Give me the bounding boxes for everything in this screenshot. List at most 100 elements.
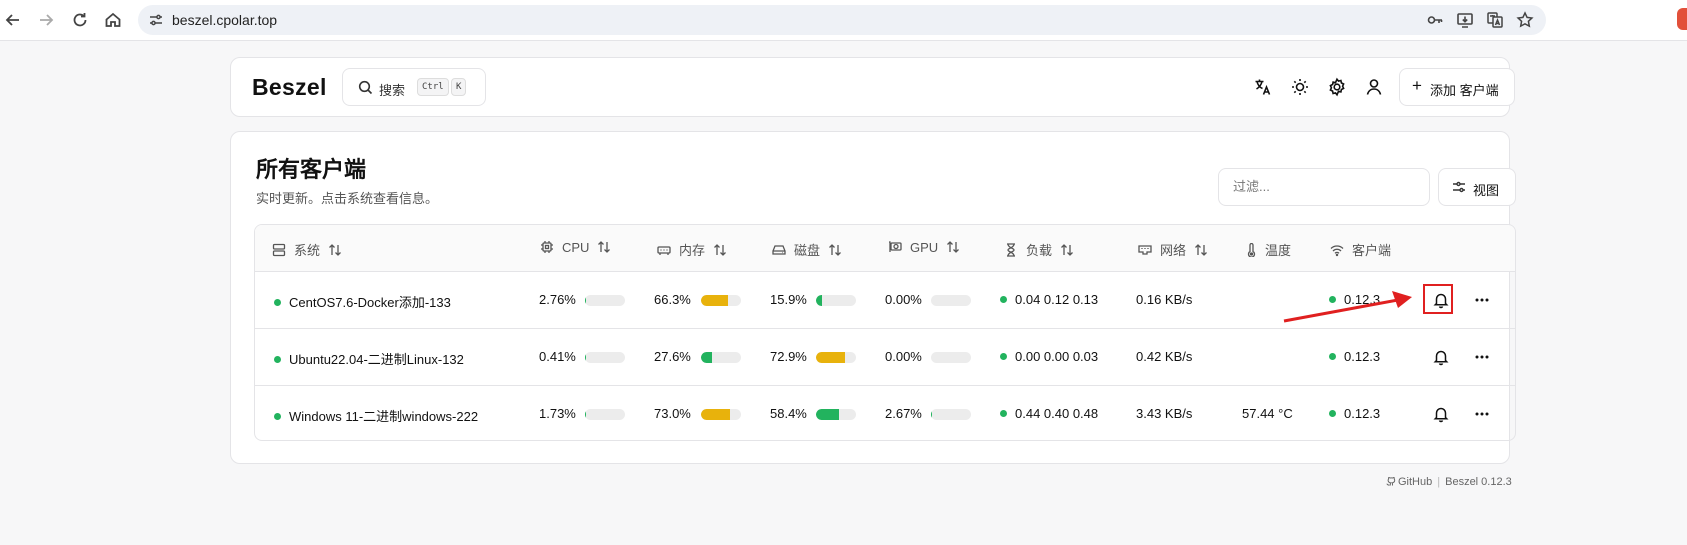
- load-value: 0.00 0.00 0.03: [1000, 349, 1098, 364]
- gpu-usage-bar: [931, 295, 971, 306]
- plus-icon: +: [1412, 76, 1422, 95]
- more-options-icon[interactable]: [1473, 348, 1491, 366]
- usage-fill: [816, 352, 846, 363]
- memory-value: 73.0%: [654, 406, 691, 421]
- filter-field[interactable]: [1218, 168, 1430, 206]
- load-status-dot: [1000, 410, 1007, 417]
- column-disk-label: 磁盘: [794, 243, 821, 258]
- cpu-icon: [540, 240, 554, 254]
- status-dot: [274, 413, 281, 420]
- site-settings-icon[interactable]: [148, 12, 164, 28]
- system-name-cell[interactable]: Ubuntu22.04-二进制Linux-132: [274, 349, 464, 368]
- usage-fill: [701, 352, 713, 363]
- translate-page-icon[interactable]: [1486, 11, 1504, 29]
- reload-icon[interactable]: [70, 10, 90, 30]
- language-icon[interactable]: [1253, 77, 1273, 97]
- usage-fill: [931, 409, 933, 420]
- system-name-cell[interactable]: CentOS7.6-Docker添加-133: [274, 292, 451, 311]
- cpu-value: 2.76%: [539, 292, 576, 307]
- forward-arrow-icon[interactable]: [36, 10, 56, 30]
- view-button[interactable]: 视图: [1438, 168, 1516, 206]
- more-options-icon[interactable]: [1473, 405, 1491, 423]
- disk-usage-bar: [816, 295, 856, 306]
- gpu-usage-bar: [931, 409, 971, 420]
- search-label: 搜索: [379, 83, 406, 98]
- more-options-icon[interactable]: [1473, 291, 1491, 309]
- network-value: 0.16 KB/s: [1136, 292, 1193, 307]
- gpu-value: 0.00%: [885, 349, 922, 364]
- system-name: Windows 11-二进制windows-222: [289, 409, 479, 424]
- usage-fill: [816, 295, 823, 306]
- wifi-icon: [1330, 243, 1344, 257]
- settings-gear-icon[interactable]: [1327, 77, 1347, 97]
- load-text: 0.44 0.40 0.48: [1015, 406, 1099, 421]
- thermometer-icon: [1245, 242, 1259, 258]
- column-temperature[interactable]: 温度: [1245, 240, 1292, 258]
- cpu-value: 1.73%: [539, 406, 576, 421]
- cpu-usage-bar: [585, 352, 625, 363]
- filter-input[interactable]: [1231, 178, 1415, 195]
- gpu-value: 0.00%: [885, 292, 922, 307]
- address-bar[interactable]: beszel.cpolar.top: [138, 5, 1546, 35]
- back-arrow-icon[interactable]: [3, 10, 23, 30]
- browser-toolbar: beszel.cpolar.top: [0, 0, 1687, 41]
- load-text: 0.00 0.00 0.03: [1015, 349, 1099, 364]
- column-network-label: 网络: [1160, 243, 1187, 258]
- install-app-icon[interactable]: [1456, 11, 1474, 29]
- gpu-value: 2.67%: [885, 406, 922, 421]
- cpu-usage-bar: [585, 295, 625, 306]
- load-status-dot: [1000, 353, 1007, 360]
- agent-status-dot: [1329, 353, 1336, 360]
- agent-version-text: 0.12.3: [1344, 349, 1381, 364]
- memory-usage-bar: [701, 409, 741, 420]
- column-memory[interactable]: 内存: [657, 240, 727, 258]
- sort-icon: [1194, 243, 1208, 257]
- sort-icon: [828, 243, 842, 257]
- sort-icon: [1060, 243, 1074, 257]
- column-network[interactable]: 网络: [1138, 240, 1208, 258]
- column-gpu[interactable]: GPU: [888, 240, 960, 256]
- system-name-cell[interactable]: Windows 11-二进制windows-222: [274, 406, 478, 425]
- table-row[interactable]: Windows 11-二进制windows-222 1.73% 73.0% 58…: [255, 386, 1515, 440]
- server-icon: [272, 243, 286, 257]
- column-agent[interactable]: 客户端: [1330, 240, 1392, 258]
- usage-fill: [585, 352, 587, 363]
- notification-bell-icon[interactable]: [1432, 348, 1450, 366]
- usage-fill: [701, 409, 731, 420]
- annotation-arrow: [1283, 291, 1412, 323]
- column-agent-label: 客户端: [1352, 243, 1392, 258]
- column-cpu-label: CPU: [562, 240, 590, 255]
- theme-sun-icon[interactable]: [1290, 77, 1310, 97]
- column-load[interactable]: 负载: [1004, 240, 1074, 258]
- memory-value: 66.3%: [654, 292, 691, 307]
- load-value: 0.44 0.40 0.48: [1000, 406, 1098, 421]
- column-disk[interactable]: 磁盘: [772, 240, 842, 258]
- column-cpu[interactable]: CPU: [540, 240, 611, 256]
- systems-table: 系统 CPU 内存 磁盘 GPU 负载 网络 温度 客户端 CentOS7.6-…: [254, 224, 1516, 441]
- search-button[interactable]: 搜索 Ctrl K: [342, 68, 486, 106]
- usage-fill: [701, 295, 728, 306]
- column-system[interactable]: 系统: [272, 240, 342, 258]
- column-temperature-label: 温度: [1265, 243, 1292, 258]
- memory-usage-bar: [701, 352, 741, 363]
- status-dot: [274, 356, 281, 363]
- table-row[interactable]: Ubuntu22.04-二进制Linux-132 0.41% 27.6% 72.…: [255, 329, 1515, 386]
- column-system-label: 系统: [294, 243, 321, 258]
- usage-fill: [816, 409, 840, 420]
- notification-bell-icon[interactable]: [1432, 405, 1450, 423]
- user-icon[interactable]: [1364, 77, 1384, 97]
- home-icon[interactable]: [103, 10, 123, 30]
- agent-status-dot: [1329, 410, 1336, 417]
- extension-icon[interactable]: [1677, 8, 1687, 30]
- sort-icon: [713, 243, 727, 257]
- agent-version: 0.12.3: [1329, 406, 1380, 421]
- github-link[interactable]: GitHub: [1398, 476, 1432, 488]
- network-icon: [1138, 243, 1152, 257]
- footer: GitHub | Beszel 0.12.3: [1386, 476, 1512, 488]
- footer-divider: |: [1437, 476, 1441, 488]
- add-client-button[interactable]: + 添加 客户端: [1399, 68, 1515, 106]
- bookmark-star-icon[interactable]: [1516, 11, 1534, 29]
- column-memory-label: 内存: [679, 243, 706, 258]
- logo[interactable]: Beszel: [252, 74, 327, 101]
- key-icon[interactable]: [1426, 11, 1444, 29]
